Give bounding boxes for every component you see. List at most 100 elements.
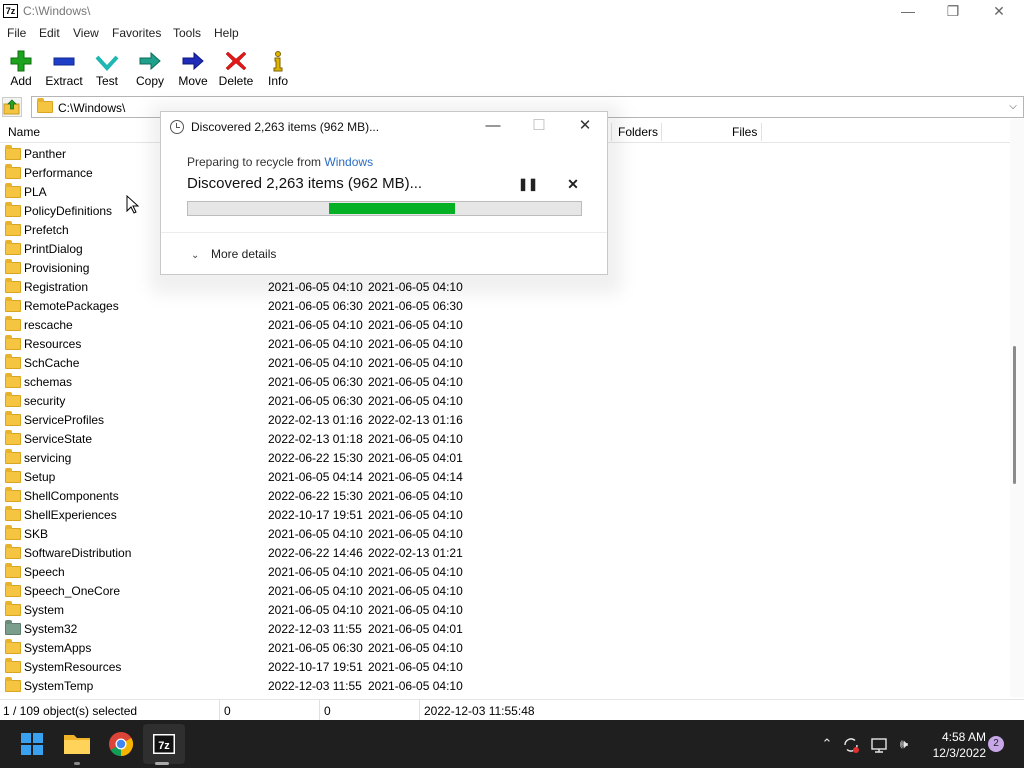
menu-help[interactable]: Help [214,26,239,40]
row-modified: 2021-06-05 04:10 [268,356,363,370]
table-row[interactable]: SystemResources 2022-10-17 19:51 2021-06-0… [0,658,1010,677]
table-row[interactable]: ShellExperiences 2022-10-17 19:51 2021-06-… [0,506,1010,525]
folder-icon [5,411,21,426]
row-modified: 2021-06-05 06:30 [268,375,363,389]
folder-icon [5,525,21,540]
row-created: 2021-06-05 04:01 [368,622,463,636]
table-row[interactable]: SystemTemp 2022-12-03 11:55 2021-06-05 04:… [0,677,1010,696]
info-button[interactable]: Info [264,46,292,92]
row-name: Panther [24,147,67,161]
scrollbar-thumb[interactable] [1013,346,1016,484]
status-divider [419,700,420,720]
row-created: 2021-06-05 04:10 [368,603,463,617]
folder-icon [5,278,21,293]
row-name: SoftwareDistribution [24,546,132,560]
row-name: ShellComponents [24,489,119,503]
table-row[interactable]: servicing 2022-06-22 15:30 2021-06-05 04:0… [0,449,1010,468]
dialog-minimize-button[interactable]: — [475,114,511,138]
table-row[interactable]: RemotePackages 2021-06-05 06:30 2021-06-05… [0,297,1010,316]
window-title: C:\Windows\ [23,4,91,18]
preparing-label: Preparing to recycle from [187,155,325,169]
extract-button[interactable]: Extract [42,46,86,92]
tray-chevron-up-icon[interactable]: ⌃ [818,736,836,752]
delete-button[interactable]: Delete [216,46,256,92]
row-name: Prefetch [24,223,69,237]
column-name[interactable]: Name [8,125,40,139]
column-divider[interactable] [761,123,762,141]
column-divider[interactable] [661,123,662,141]
copy-button[interactable]: Copy [132,46,168,92]
status-divider [219,700,220,720]
pause-button[interactable]: ❚❚ [518,176,538,192]
table-row[interactable]: System 2021-06-05 04:10 2021-06-05 04:10 [0,601,1010,620]
row-modified: 2022-02-13 01:16 [268,413,363,427]
menu-tools[interactable]: Tools [173,26,201,40]
row-created: 2021-06-05 04:10 [368,337,463,351]
notification-badge[interactable]: 2 [988,736,1004,752]
row-created: 2021-06-05 04:10 [368,356,463,370]
start-button[interactable] [13,726,51,762]
add-button[interactable]: Add [4,46,38,92]
table-row[interactable]: Speech_OneCore 2021-06-05 04:10 2021-06-05… [0,582,1010,601]
chrome-button[interactable] [102,726,140,762]
table-row[interactable]: Setup 2021-06-05 04:14 2021-06-05 04:14 [0,468,1010,487]
maximize-button[interactable]: ❐ [930,0,976,24]
menu-edit[interactable]: Edit [39,26,60,40]
table-row[interactable]: Resources 2021-06-05 04:10 2021-06-05 04:1… [0,335,1010,354]
folder-icon [5,316,21,331]
row-name: PLA [24,185,47,199]
folder-icon [5,544,21,559]
more-details-label: More details [211,247,277,261]
column-files[interactable]: Files [732,125,757,139]
taskbar-clock[interactable]: 4:58 AM 12/3/2022 [916,729,986,761]
menu-view[interactable]: View [73,26,99,40]
more-details-toggle[interactable]: ⌄ More details [191,247,276,261]
table-row[interactable]: schemas 2021-06-05 06:30 2021-06-05 04:10 [0,373,1010,392]
move-button[interactable]: Move [175,46,211,92]
row-name: PolicyDefinitions [24,204,113,218]
dialog-close-button[interactable]: ✕ [567,114,603,138]
minimize-button[interactable]: — [885,0,931,24]
menu-favorites[interactable]: Favorites [112,26,161,40]
table-row[interactable]: ServiceProfiles 2022-02-13 01:16 2022-02-1… [0,411,1010,430]
progress-bar [187,201,582,216]
row-name: security [24,394,66,408]
table-row[interactable]: ServiceState 2022-02-13 01:18 2021-06-05 0… [0,430,1010,449]
chevron-down-icon[interactable]: ⌵ [1005,97,1021,117]
table-row[interactable]: SchCache 2021-06-05 04:10 2021-06-05 04:10 [0,354,1010,373]
table-row[interactable]: ShellComponents 2022-06-22 15:30 2021-06-0… [0,487,1010,506]
up-folder-button[interactable] [2,97,22,117]
file-explorer-button[interactable] [58,726,96,762]
preparing-text: Preparing to recycle from Windows [187,155,373,169]
folder-icon [5,183,21,198]
table-row[interactable]: rescache 2021-06-05 04:10 2021-06-05 04:10 [0,316,1010,335]
status-size: 0 [224,704,231,718]
table-row[interactable]: Speech 2021-06-05 04:10 2021-06-05 04:10 [0,563,1010,582]
row-modified: 2022-10-17 19:51 [268,508,363,522]
sync-icon[interactable] [842,736,860,757]
menu-file[interactable]: File [7,26,26,40]
row-name: System [24,603,65,617]
source-link[interactable]: Windows [324,155,373,169]
column-folders[interactable]: Folders [618,125,658,139]
test-button[interactable]: Test [90,46,124,92]
table-row[interactable]: System32 2022-12-03 11:55 2021-06-05 04:01 [0,620,1010,639]
folder-icon [5,620,21,635]
network-icon[interactable] [870,736,888,757]
row-name: SystemApps [24,641,92,655]
table-row[interactable]: SKB 2021-06-05 04:10 2021-06-05 04:10 [0,525,1010,544]
close-button[interactable]: ✕ [976,0,1022,24]
row-modified: 2021-06-05 04:10 [268,318,363,332]
7zip-taskbar-button[interactable]: 7z [145,726,183,762]
row-name: schemas [24,375,73,389]
table-row[interactable]: security 2021-06-05 06:30 2021-06-05 04:10 [0,392,1010,411]
volume-icon[interactable]: 🕪 [895,736,913,752]
table-row[interactable]: SoftwareDistribution 2022-06-22 14:46 2022… [0,544,1010,563]
chrome-icon [109,732,134,756]
clock-icon [170,120,184,134]
cancel-button[interactable]: ✕ [565,176,581,192]
folder-icon [5,449,21,464]
table-row[interactable]: SystemApps 2021-06-05 06:30 2021-06-05 04:… [0,639,1010,658]
folder-icon [5,202,21,217]
mouse-pointer-icon [126,195,140,214]
